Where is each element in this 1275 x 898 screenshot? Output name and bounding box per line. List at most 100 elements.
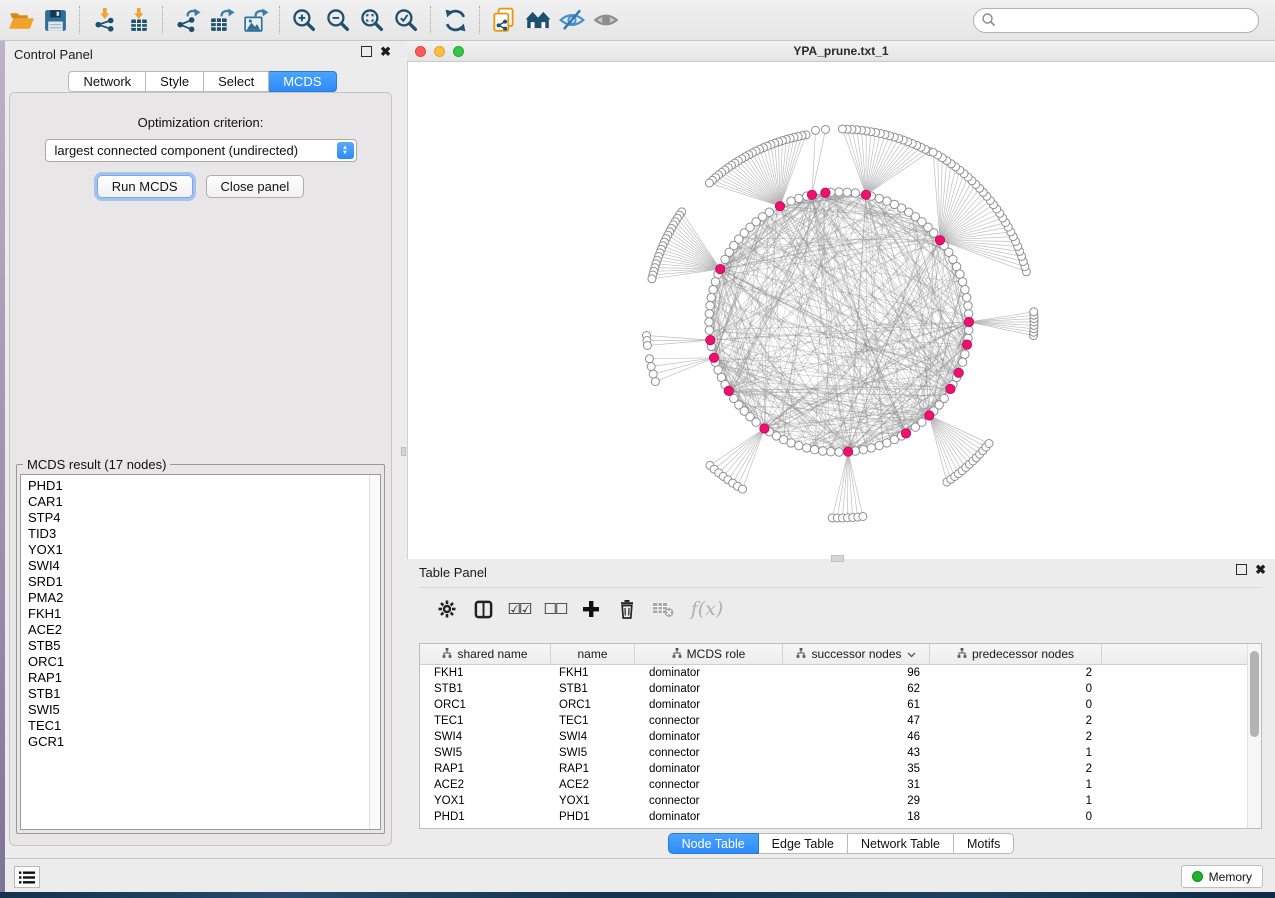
search-input[interactable] xyxy=(973,8,1259,33)
network-node[interactable] xyxy=(711,278,719,286)
network-node[interactable] xyxy=(707,293,715,301)
mcds-hub-node[interactable] xyxy=(861,190,870,199)
table-tab-motifs[interactable]: Motifs xyxy=(954,833,1014,854)
tab-mcds[interactable]: MCDS xyxy=(269,71,336,92)
table-tab-node-table[interactable]: Node Table xyxy=(668,833,759,854)
network-leaf-node[interactable] xyxy=(985,440,993,448)
network-node[interactable] xyxy=(958,278,966,286)
network-node[interactable] xyxy=(709,286,717,294)
column-header-shared-name[interactable]: shared name xyxy=(420,644,551,664)
mcds-hub-node[interactable] xyxy=(821,188,830,197)
network-leaf-node[interactable] xyxy=(838,125,846,133)
column-header-successor-nodes[interactable]: successor nodes xyxy=(783,644,930,664)
mcds-result-item[interactable]: ORC1 xyxy=(28,654,380,670)
open-session-button[interactable] xyxy=(4,3,38,37)
network-node[interactable] xyxy=(706,302,714,310)
table-row[interactable]: RAP1RAP1dominator352 xyxy=(420,761,1247,777)
export-table-button[interactable] xyxy=(204,3,238,37)
network-leaf-node[interactable] xyxy=(859,513,867,521)
table-row[interactable]: STB1STB1dominator620 xyxy=(420,681,1247,697)
mcds-hub-node[interactable] xyxy=(925,411,934,420)
mcds-hub-node[interactable] xyxy=(964,317,973,326)
table-row[interactable]: FKH1FKH1dominator962 xyxy=(420,665,1247,681)
network-canvas[interactable] xyxy=(407,62,1275,559)
network-node[interactable] xyxy=(875,194,883,202)
table-row[interactable]: YOX1YOX1connector291 xyxy=(420,793,1247,809)
network-node[interactable] xyxy=(721,255,729,263)
float-table-panel-icon[interactable] xyxy=(1236,564,1247,575)
table-row[interactable]: TEC1TEC1connector472 xyxy=(420,713,1247,729)
mcds-hub-node[interactable] xyxy=(807,190,816,199)
splitter-grabber[interactable] xyxy=(401,447,406,456)
mcds-hub-node[interactable] xyxy=(775,202,784,211)
table-settings-button[interactable] xyxy=(429,591,465,627)
criterion-dropdown[interactable]: largest connected component (undirected)… xyxy=(45,139,357,162)
mcds-hub-node[interactable] xyxy=(844,447,853,456)
table-tab-edge-table[interactable]: Edge Table xyxy=(759,833,848,854)
mcds-hub-node[interactable] xyxy=(946,384,955,393)
import-table-button[interactable] xyxy=(121,3,155,37)
network-node[interactable] xyxy=(835,448,843,456)
horizontal-splitter-grabber[interactable] xyxy=(831,555,844,562)
mcds-result-item[interactable]: SRD1 xyxy=(28,574,380,590)
mcds-result-item[interactable]: SWI4 xyxy=(28,558,380,574)
mcds-result-item[interactable]: CAR1 xyxy=(28,494,380,510)
zoom-in-button[interactable] xyxy=(287,3,321,37)
column-header-mcds-role[interactable]: MCDS role xyxy=(635,644,783,664)
network-leaf-node[interactable] xyxy=(648,275,656,283)
table-row[interactable]: ACE2ACE2connector311 xyxy=(420,777,1247,793)
table-row[interactable]: SWI5SWI5connector431 xyxy=(420,745,1247,761)
network-node[interactable] xyxy=(752,418,760,426)
mcds-hub-node[interactable] xyxy=(954,368,963,377)
hide-selected-button[interactable] xyxy=(555,3,589,37)
network-leaf-node[interactable] xyxy=(705,179,713,187)
export-network-button[interactable] xyxy=(170,3,204,37)
network-node[interactable] xyxy=(965,326,973,334)
mcds-result-item[interactable]: STP4 xyxy=(28,510,380,526)
mcds-hub-node[interactable] xyxy=(760,424,769,433)
close-panel-icon[interactable]: ✖ xyxy=(380,46,391,57)
network-node[interactable] xyxy=(810,446,818,454)
select-all-button[interactable]: ☑☑ xyxy=(501,591,537,627)
network-leaf-node[interactable] xyxy=(649,370,657,378)
network-node[interactable] xyxy=(787,197,795,205)
network-node[interactable] xyxy=(918,418,926,426)
mcds-hub-node[interactable] xyxy=(716,265,725,274)
network-leaf-node[interactable] xyxy=(822,126,830,134)
network-leaf-node[interactable] xyxy=(812,126,820,134)
mcds-hub-node[interactable] xyxy=(706,336,715,345)
network-node[interactable] xyxy=(705,326,713,334)
table-scrollbar[interactable] xyxy=(1247,644,1261,828)
refresh-button[interactable] xyxy=(438,3,472,37)
network-titlebar[interactable]: YPA_prune.txt_1 xyxy=(407,41,1275,62)
column-header-name[interactable]: name xyxy=(551,644,635,664)
function-builder-button[interactable]: f(x) xyxy=(681,591,733,627)
network-node[interactable] xyxy=(705,310,713,318)
mcds-hub-node[interactable] xyxy=(935,236,944,245)
minimize-window-icon[interactable] xyxy=(434,46,445,57)
network-leaf-node[interactable] xyxy=(739,485,747,493)
close-panel-button[interactable]: Close panel xyxy=(206,175,305,198)
network-node[interactable] xyxy=(859,446,867,454)
table-row[interactable]: SWI4SWI4dominator462 xyxy=(420,729,1247,745)
zoom-selected-button[interactable] xyxy=(389,3,423,37)
mcds-result-item[interactable]: PHD1 xyxy=(28,478,380,494)
table-scrollbar-thumb[interactable] xyxy=(1250,651,1259,737)
mcds-result-list[interactable]: PHD1CAR1STP4TID3YOX1SWI4SRD1PMA2FKH1ACE2… xyxy=(20,474,381,830)
float-panel-icon[interactable] xyxy=(361,46,372,57)
run-mcds-button[interactable]: Run MCDS xyxy=(97,175,193,198)
network-node[interactable] xyxy=(875,441,883,449)
show-column-panel-button[interactable] xyxy=(465,591,501,627)
table-row[interactable]: ORC1ORC1dominator610 xyxy=(420,697,1247,713)
memory-button[interactable]: Memory xyxy=(1181,865,1263,888)
copy-network-button[interactable] xyxy=(487,3,521,37)
network-node[interactable] xyxy=(851,189,859,197)
network-node[interactable] xyxy=(867,444,875,452)
vertical-splitter[interactable] xyxy=(400,41,407,858)
network-node[interactable] xyxy=(705,318,713,326)
zoom-out-button[interactable] xyxy=(321,3,355,37)
tab-style[interactable]: Style xyxy=(146,71,204,92)
network-node[interactable] xyxy=(787,439,795,447)
network-leaf-node[interactable] xyxy=(647,363,655,371)
network-node[interactable] xyxy=(964,302,972,310)
